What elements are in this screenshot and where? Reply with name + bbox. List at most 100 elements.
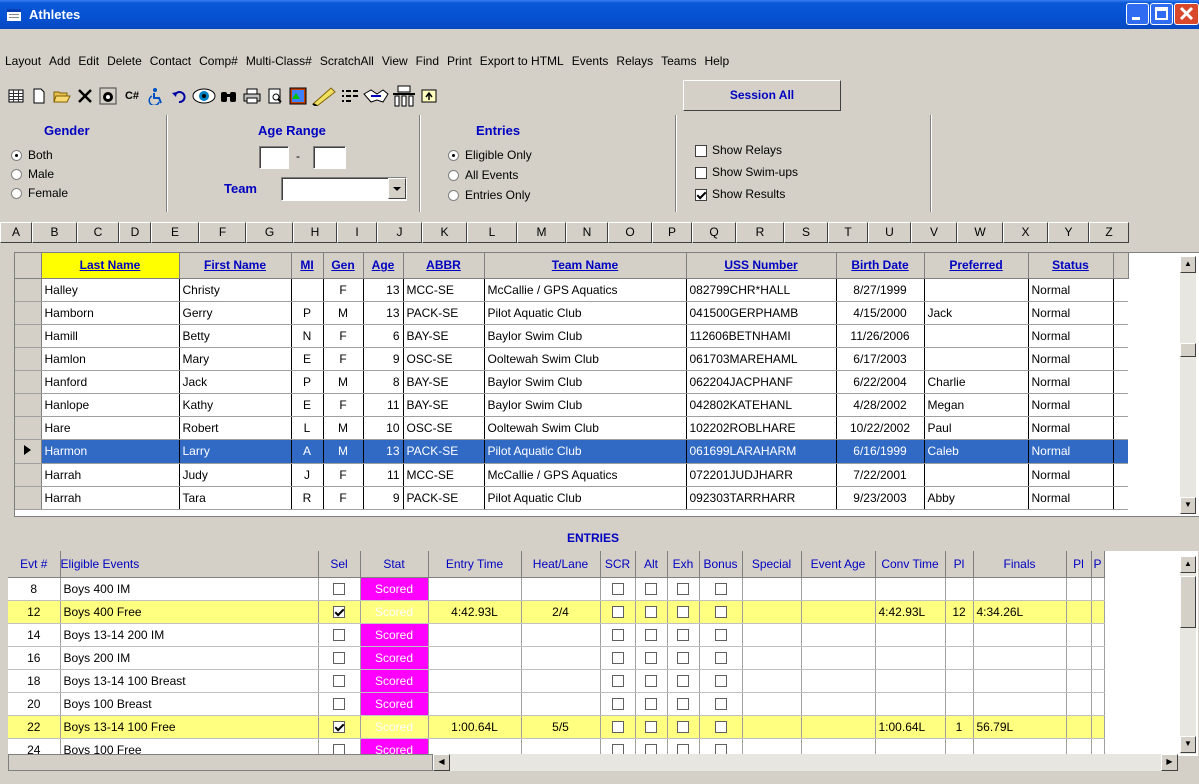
column-header[interactable]: ABBR	[403, 253, 485, 279]
entry-pl[interactable]	[945, 623, 974, 647]
table-cell[interactable]: Normal	[1028, 347, 1114, 371]
table-cell[interactable]: Larry	[179, 439, 292, 464]
entry-conv-time[interactable]: 4:42.93L	[875, 600, 946, 624]
table-cell[interactable]: F	[323, 324, 364, 348]
entry-finals[interactable]	[973, 577, 1067, 601]
table-row[interactable]: Hanford Jack P M 8 BAY-SE Baylor Swim Club 0622…	[15, 370, 1128, 394]
entry-evt[interactable]: 16	[8, 646, 61, 670]
entry-entry-time[interactable]	[428, 623, 522, 647]
row-selector[interactable]	[15, 347, 42, 371]
new-icon[interactable]	[29, 86, 49, 106]
table-cell[interactable]: Normal	[1028, 324, 1114, 348]
alt-checkbox[interactable]	[635, 692, 668, 716]
letter-button-n[interactable]: N	[566, 222, 608, 243]
row-selector[interactable]	[15, 486, 42, 510]
radio-dot[interactable]	[11, 168, 22, 180]
bonus-checkbox[interactable]	[699, 715, 743, 739]
special-cell[interactable]	[742, 692, 802, 716]
entry-finals[interactable]	[973, 623, 1067, 647]
letter-button-r[interactable]: R	[736, 222, 784, 243]
entry-event[interactable]: Boys 400 IM	[60, 577, 319, 601]
letter-button-d[interactable]: D	[119, 222, 151, 243]
entry-row[interactable]: 22 Boys 13-14 100 Free Scored 1:00.64L 5/5 1:…	[8, 715, 1105, 739]
table-row[interactable]: Hanlope Kathy E F 11 BAY-SE Baylor Swim Club 04…	[15, 393, 1128, 417]
checkbox-box[interactable]	[695, 144, 707, 157]
table-cell[interactable]: P	[291, 301, 324, 325]
open-folder-icon[interactable]	[419, 86, 439, 106]
letter-button-c[interactable]: C	[77, 222, 119, 243]
exh-checkbox[interactable]	[667, 577, 700, 601]
row-selector[interactable]	[15, 370, 42, 394]
scroll-right-icon[interactable]: ▶	[1161, 754, 1178, 771]
table-cell[interactable]: Ooltewah Swim Club	[484, 416, 687, 440]
table-cell[interactable]: R	[291, 486, 324, 510]
gender-female-radio[interactable]: Female	[11, 185, 68, 201]
entry-stat[interactable]: Scored	[360, 623, 429, 647]
table-cell[interactable]: Hamlon	[41, 347, 180, 371]
alt-checkbox[interactable]	[635, 623, 668, 647]
table-cell[interactable]: Normal	[1028, 301, 1114, 325]
event-age-cell[interactable]	[801, 646, 876, 670]
column-header[interactable]: Last Name	[41, 253, 180, 279]
exh-checkbox[interactable]	[667, 669, 700, 693]
bonus-checkbox[interactable]	[699, 600, 743, 624]
view-icon[interactable]	[192, 86, 216, 106]
table-cell[interactable]: F	[323, 347, 364, 371]
entry-evt[interactable]: 14	[8, 623, 61, 647]
letter-button-f[interactable]: F	[199, 222, 246, 243]
table-cell[interactable]: 082799CHR*HALL	[686, 278, 837, 302]
letter-button-o[interactable]: O	[608, 222, 652, 243]
entry-conv-time[interactable]	[875, 692, 946, 716]
special-cell[interactable]	[742, 600, 802, 624]
checkbox-box[interactable]	[333, 675, 345, 688]
entry-conv-time[interactable]	[875, 623, 946, 647]
entry-row[interactable]: 8 Boys 400 IM Scored	[8, 577, 1105, 601]
menu-item[interactable]: Print	[447, 54, 472, 68]
entry-stat[interactable]: Scored	[360, 646, 429, 670]
entries-column-header[interactable]: Exh	[667, 551, 700, 578]
empty-cell[interactable]	[1091, 623, 1105, 647]
special-cell[interactable]	[742, 577, 802, 601]
column-header[interactable]: Team Name	[484, 253, 687, 279]
menu-item[interactable]: View	[382, 54, 408, 68]
scroll-down-icon[interactable]: ▼	[1180, 736, 1196, 753]
table-cell[interactable]: E	[291, 347, 324, 371]
table-cell[interactable]: F	[323, 278, 364, 302]
table-cell[interactable]: 6/17/2003	[836, 347, 925, 371]
entry-event[interactable]: Boys 13-14 100 Free	[60, 715, 319, 739]
table-cell[interactable]: Abby	[924, 486, 1029, 510]
column-header[interactable]: Age	[363, 253, 404, 279]
letter-button-q[interactable]: Q	[692, 222, 736, 243]
minimize-icon[interactable]	[1126, 3, 1149, 25]
entry-sel-checkbox[interactable]	[318, 669, 361, 693]
entry-finals[interactable]	[973, 692, 1067, 716]
table-cell[interactable]: F	[323, 486, 364, 510]
empty-cell[interactable]	[1091, 646, 1105, 670]
entries-column-header[interactable]: Event Age	[801, 551, 876, 578]
letter-button-t[interactable]: T	[828, 222, 868, 243]
menu-item[interactable]: Edit	[78, 54, 99, 68]
table-cell[interactable]: 9/23/2003	[836, 486, 925, 510]
menu-item[interactable]: Events	[572, 54, 609, 68]
table-row[interactable]: Harrah Tara R F 9 PACK-SE Pilot Aquatic Club 09…	[15, 486, 1128, 510]
scroll-down-icon[interactable]: ▼	[1180, 497, 1196, 514]
table-cell[interactable]: 10	[363, 416, 404, 440]
checkbox-box[interactable]	[714, 675, 727, 688]
entry-conv-time[interactable]: 1:00.64L	[875, 715, 946, 739]
entry-pl[interactable]	[945, 669, 974, 693]
entry-entry-time[interactable]	[428, 646, 522, 670]
show-swimups-checkbox[interactable]: Show Swim-ups	[695, 161, 798, 183]
table-cell[interactable]: McCallie / GPS Aquatics	[484, 278, 687, 302]
table-cell[interactable]: 11	[363, 463, 404, 487]
table-cell[interactable]: Hanlope	[41, 393, 180, 417]
table-cell[interactable]: Normal	[1028, 463, 1114, 487]
entries-scrollbar[interactable]: ▲ ▼	[1180, 556, 1196, 754]
entries-column-header[interactable]: Pl	[1066, 551, 1092, 578]
maximize-icon[interactable]	[1150, 3, 1173, 25]
entry-sel-checkbox[interactable]	[318, 623, 361, 647]
checkbox-box[interactable]	[333, 698, 345, 711]
table-cell[interactable]: Pilot Aquatic Club	[484, 301, 687, 325]
entry-finals[interactable]: 4:34.26L	[973, 600, 1067, 624]
table-cell[interactable]	[924, 347, 1029, 371]
table-cell[interactable]: Hamill	[41, 324, 180, 348]
